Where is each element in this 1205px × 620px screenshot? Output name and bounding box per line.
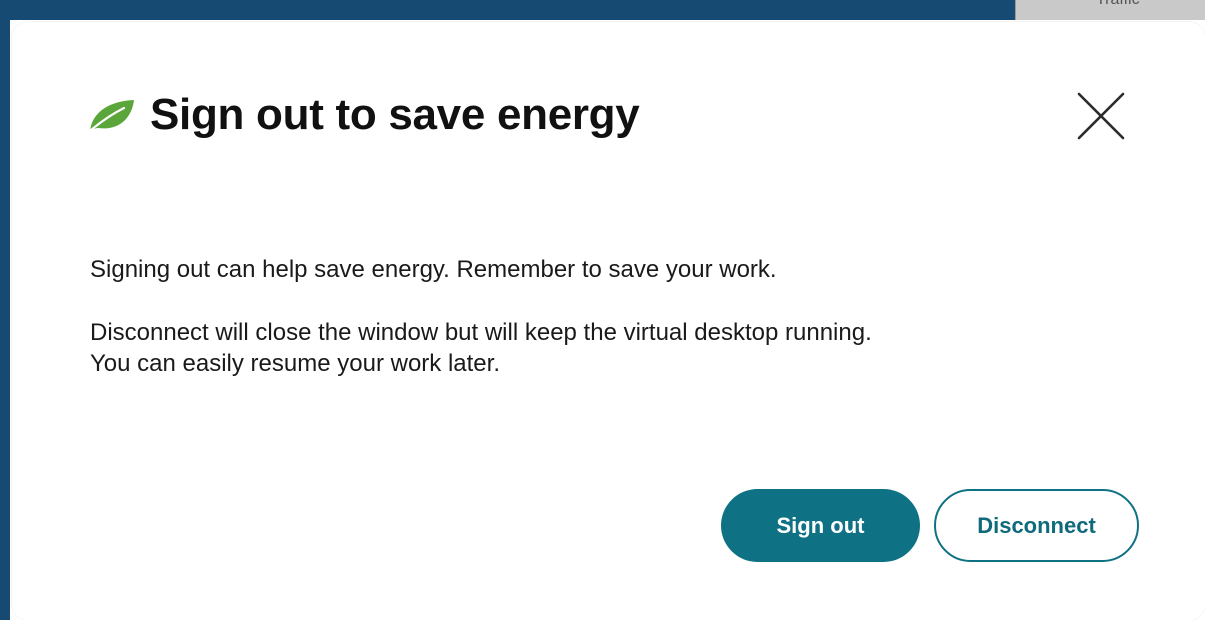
message-disconnect-line-2: You can easily resume your work later.: [90, 350, 500, 377]
disconnect-button[interactable]: Disconnect: [934, 489, 1139, 562]
disconnect-button-label: Disconnect: [977, 512, 1096, 538]
dialog-header: Sign out to save energy: [86, 90, 640, 140]
background-window-tab[interactable]: Traffic: [1015, 0, 1205, 20]
dialog-title: Sign out to save energy: [150, 90, 640, 139]
sign-out-button[interactable]: Sign out: [721, 489, 920, 562]
message-save-energy: Signing out can help save energy. Rememb…: [90, 256, 777, 283]
leaf-icon: [89, 100, 134, 132]
background-window-label: Traffic: [1096, 0, 1140, 9]
message-disconnect: Disconnect will close the window but wil…: [90, 317, 1150, 379]
close-icon: [1077, 92, 1125, 140]
close-button[interactable]: [1075, 90, 1127, 142]
sign-out-button-label: Sign out: [776, 512, 865, 538]
background-window-edge: [0, 0, 10, 620]
sign-out-dialog: Sign out to save energy Signing out can …: [12, 22, 1205, 620]
dialog-message: Signing out can help save energy. Rememb…: [90, 254, 1150, 379]
message-disconnect-line-1: Disconnect will close the window but wil…: [90, 319, 872, 346]
background-window-band: [0, 0, 1015, 20]
